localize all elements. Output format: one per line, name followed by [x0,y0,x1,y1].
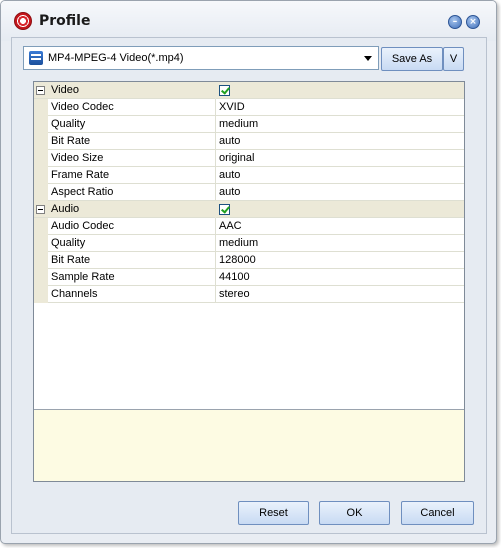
property-name: Quality [51,118,86,130]
column-divider [215,82,216,99]
property-row[interactable]: Video Codec XVID [34,99,464,116]
property-name: Bit Rate [51,254,91,266]
column-divider [215,99,216,116]
property-value[interactable]: auto [219,135,240,147]
group-label: Audio [51,203,80,215]
format-selected-value: MP4-MPEG-4 Video(*.mp4) [48,52,184,64]
title-bar[interactable]: Profile – × [1,1,496,41]
property-name: Bit Rate [51,135,91,147]
property-name: Video Size [51,152,104,164]
video-format-icon [29,51,43,65]
property-value[interactable]: AAC [219,220,242,232]
audio-enabled-checkbox[interactable] [219,204,230,215]
collapse-icon[interactable] [36,86,45,95]
cancel-button[interactable]: Cancel [401,501,474,525]
property-value[interactable]: medium [219,237,258,249]
property-name: Quality [51,237,86,249]
row-gutter [34,235,48,252]
group-row-audio[interactable]: Audio [34,201,464,218]
property-row[interactable]: Frame Rate auto [34,167,464,184]
property-value[interactable]: XVID [219,101,245,113]
row-gutter [34,133,48,150]
ok-button[interactable]: OK [319,501,390,525]
column-divider [215,167,216,184]
format-dropdown[interactable]: MP4-MPEG-4 Video(*.mp4) [23,46,379,70]
app-logo-icon [14,12,32,30]
collapse-icon[interactable] [36,205,45,214]
column-divider [215,184,216,201]
property-value[interactable]: auto [219,186,240,198]
group-row-video[interactable]: Video [34,82,464,99]
save-as-menu-button[interactable]: V [443,47,464,71]
chevron-down-icon[interactable] [360,49,376,67]
column-divider [215,201,216,218]
row-gutter [34,150,48,167]
property-value[interactable]: stereo [219,288,250,300]
property-row[interactable]: Quality medium [34,116,464,133]
property-name: Sample Rate [51,271,115,283]
property-value[interactable]: 128000 [219,254,256,266]
property-value[interactable]: medium [219,118,258,130]
row-gutter [34,252,48,269]
property-name: Audio Codec [51,220,114,232]
column-divider [215,269,216,286]
window-title: Profile [39,13,91,29]
property-name: Video Codec [51,101,114,113]
column-divider [215,252,216,269]
column-divider [215,235,216,252]
property-name: Aspect Ratio [51,186,114,198]
property-value[interactable]: auto [219,169,240,181]
group-label: Video [51,84,79,96]
property-row[interactable]: Aspect Ratio auto [34,184,464,201]
column-divider [215,218,216,235]
description-panel [34,409,464,481]
reset-button[interactable]: Reset [238,501,309,525]
property-row[interactable]: Audio Codec AAC [34,218,464,235]
row-gutter [34,116,48,133]
column-divider [215,133,216,150]
row-gutter [34,218,48,235]
row-gutter [34,167,48,184]
property-row[interactable]: Quality medium [34,235,464,252]
property-row[interactable]: Sample Rate 44100 [34,269,464,286]
minimize-button[interactable]: – [448,15,462,29]
property-name: Channels [51,288,98,300]
property-row[interactable]: Video Size original [34,150,464,167]
column-divider [215,150,216,167]
property-value[interactable]: original [219,152,254,164]
property-grid: Video Video Codec XVID Quality medium Bi… [33,81,465,482]
property-row[interactable]: Channels stereo [34,286,464,303]
property-value[interactable]: 44100 [219,271,250,283]
profile-window: Profile – × MP4-MPEG-4 Video(*.mp4) Save… [0,0,497,544]
column-divider [215,116,216,133]
close-button[interactable]: × [466,15,480,29]
row-gutter [34,99,48,116]
row-gutter [34,269,48,286]
property-name: Frame Rate [51,169,110,181]
property-row[interactable]: Bit Rate 128000 [34,252,464,269]
video-enabled-checkbox[interactable] [219,85,230,96]
row-gutter [34,286,48,303]
property-row[interactable]: Bit Rate auto [34,133,464,150]
save-as-button[interactable]: Save As [381,47,443,71]
row-gutter [34,184,48,201]
column-divider [215,286,216,303]
